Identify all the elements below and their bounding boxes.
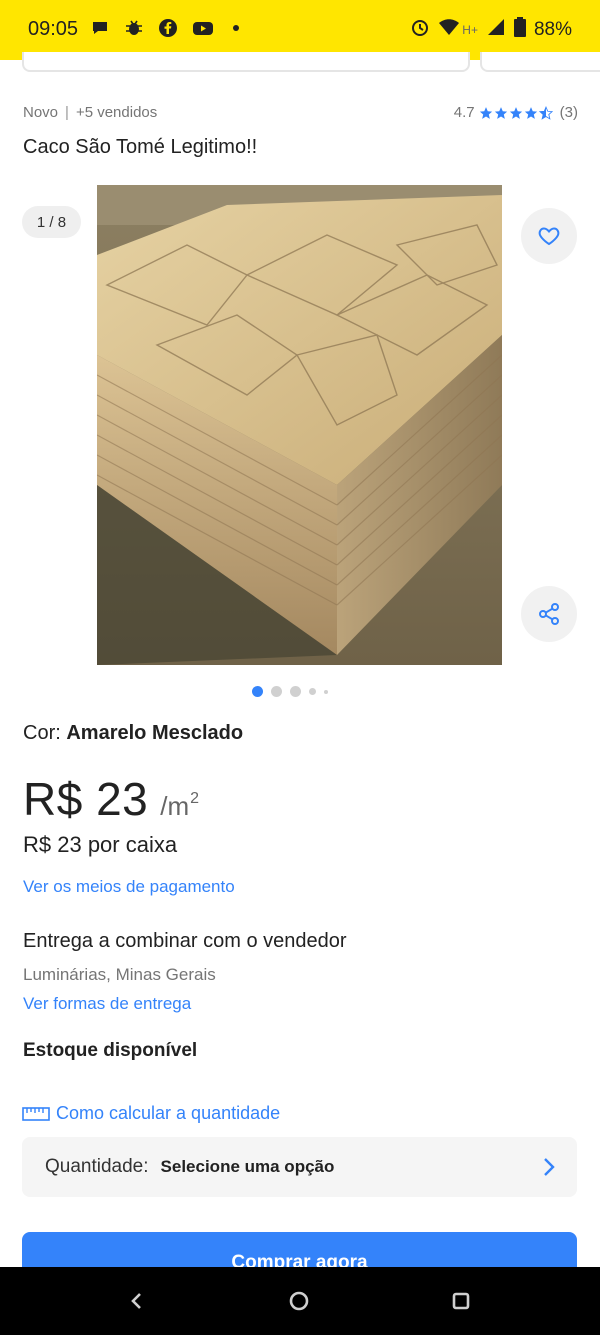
- battery-percentage: 88%: [533, 18, 572, 40]
- battery-icon: [513, 17, 526, 42]
- pagination-dot[interactable]: [252, 686, 263, 697]
- network-type: H+: [462, 22, 478, 37]
- share-button[interactable]: [521, 586, 577, 642]
- quantity-value: Selecione uma opção: [160, 1157, 335, 1176]
- chat-bubble-icon: [90, 18, 110, 38]
- condition-label: Novo: [23, 104, 59, 121]
- notification-icons: [90, 18, 246, 38]
- system-icons: H+ 88%: [410, 17, 572, 42]
- status-bar: 09:05 H+ 88%: [0, 0, 600, 60]
- quantity-calculator-link[interactable]: Como calcular a quantidade: [22, 1103, 280, 1124]
- back-icon: [131, 1293, 141, 1309]
- recent-apps-icon: [452, 1292, 470, 1310]
- price-per-box: R$ 23 por caixa: [23, 832, 178, 857]
- star-half-icon: [538, 105, 553, 120]
- rating-summary[interactable]: 4.7 (3): [454, 104, 578, 121]
- previous-card-edge: [480, 52, 600, 72]
- home-button[interactable]: [287, 1289, 311, 1313]
- star-icon: [494, 106, 507, 119]
- star-icon: [509, 106, 522, 119]
- color-variant[interactable]: Cor: Amarelo Mesclado: [23, 722, 243, 745]
- stone-photo-illustration: [96, 185, 503, 665]
- favorite-button[interactable]: [521, 208, 577, 264]
- status-time: 09:05: [28, 18, 79, 40]
- system-navigation-bar: [0, 1267, 600, 1335]
- heart-icon: [538, 227, 560, 246]
- shipping-options-link[interactable]: Ver formas de entrega: [23, 994, 191, 1014]
- chevron-right-icon: [543, 1157, 555, 1182]
- signal-icon: [486, 17, 506, 42]
- share-icon: [539, 603, 559, 625]
- delivery-title: Entrega a combinar com o vendedor: [23, 930, 347, 952]
- quantity-label: Quantidade:: [45, 1156, 149, 1177]
- quantity-calculator-label: Como calcular a quantidade: [56, 1103, 281, 1123]
- product-title: Caco São Tomé Legitimo!!: [23, 136, 258, 158]
- price-unit-exponent: 2: [190, 790, 200, 807]
- alarm-icon: [410, 17, 430, 42]
- product-image[interactable]: [96, 185, 503, 665]
- dot-icon: [226, 18, 246, 38]
- price: R$ 23 /m2: [23, 772, 199, 826]
- pagination-dot[interactable]: [271, 686, 282, 697]
- quantity-selector[interactable]: Quantidade: Selecione uma opção: [22, 1137, 577, 1197]
- listing-meta: Novo | +5 vendidos: [23, 104, 157, 121]
- ruler-icon: [22, 1106, 50, 1121]
- sold-count: +5 vendidos: [75, 104, 158, 121]
- wifi-icon: [438, 17, 460, 42]
- youtube-icon: [192, 18, 213, 38]
- color-value: Amarelo Mesclado: [66, 722, 244, 744]
- price-amount: R$ 23: [23, 773, 149, 825]
- rating-count: (3): [559, 104, 578, 121]
- pagination-dot[interactable]: [309, 688, 316, 695]
- bug-icon: [124, 18, 144, 38]
- rating-value: 4.7: [453, 104, 475, 121]
- price-unit-base: /m: [160, 791, 190, 821]
- gallery-counter: 1 / 8: [22, 206, 81, 238]
- previous-card-edge: [22, 52, 470, 72]
- color-label: Cor:: [23, 722, 61, 744]
- home-icon: [289, 1291, 309, 1311]
- meta-separator: |: [65, 104, 69, 121]
- facebook-icon: [158, 18, 178, 38]
- recent-apps-button[interactable]: [449, 1289, 473, 1313]
- payment-methods-link[interactable]: Ver os meios de pagamento: [23, 877, 235, 897]
- seller-location: Luminárias, Minas Gerais: [23, 965, 216, 984]
- star-icon: [524, 106, 537, 119]
- pagination-dot[interactable]: [290, 686, 301, 697]
- pagination-dot[interactable]: [324, 689, 328, 694]
- back-button[interactable]: [124, 1289, 148, 1313]
- rating-stars: [479, 105, 553, 120]
- star-icon: [479, 106, 492, 119]
- price-unit: /m2: [160, 790, 199, 822]
- stock-status: Estoque disponível: [23, 1040, 198, 1061]
- gallery-pagination: [252, 686, 328, 697]
